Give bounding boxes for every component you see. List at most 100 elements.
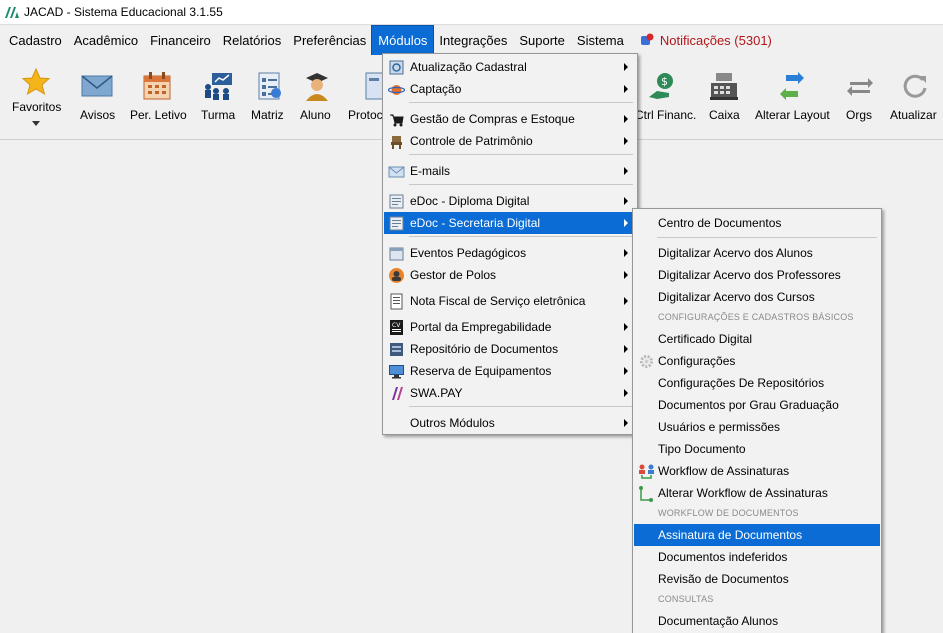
toolbar-ctrl-financ[interactable]: $ Ctrl Financ.: [632, 55, 696, 140]
toolbar-label: Orgs: [846, 108, 873, 122]
menu-item-outros-modulos[interactable]: Outros Módulos: [384, 412, 636, 434]
cv-icon: CV: [390, 320, 403, 335]
submenu-revisao-documentos[interactable]: Revisão de Documentos: [634, 568, 880, 590]
section-header-consultas: CONSULTAS: [658, 594, 714, 604]
menu-item-portal-empregabilidade[interactable]: CV Portal da Empregabilidade: [384, 316, 636, 338]
monitor-icon: [389, 365, 404, 379]
toolbar-per-letivo[interactable]: Per. Letivo: [126, 55, 190, 140]
toolbar-turma[interactable]: Turma: [196, 55, 240, 140]
submenu-configuracoes-repositorios[interactable]: Configurações De Repositórios: [634, 372, 880, 394]
toolbar-label: Caixa: [709, 108, 740, 122]
submenu-digitalizar-cursos[interactable]: Digitalizar Acervo dos Cursos: [634, 286, 880, 308]
document-list-icon: [258, 72, 281, 100]
chair-icon: [391, 136, 402, 149]
submenu-item-label: Centro de Documentos: [658, 216, 782, 230]
submenu-centro-documentos[interactable]: Centro de Documentos: [634, 212, 880, 234]
submenu-alterar-workflow[interactable]: Alterar Workflow de Assinaturas: [634, 482, 880, 504]
menu-item-emails[interactable]: E-mails: [384, 160, 636, 182]
menu-integracoes[interactable]: Integrações: [433, 26, 513, 55]
menu-item-nota-fiscal[interactable]: Nota Fiscal de Serviço eletrônica: [384, 290, 636, 312]
window-title: JACAD - Sistema Educacional 3.1.55: [24, 5, 223, 19]
classroom-icon: [205, 73, 232, 100]
menu-modulos[interactable]: Módulos: [371, 24, 435, 56]
menu-item-swa-pay[interactable]: SWA.PAY: [384, 382, 636, 404]
menu-sistema[interactable]: Sistema: [571, 26, 630, 55]
submenu-documentacao-alunos[interactable]: Documentação Alunos: [634, 610, 880, 632]
menu-notificacoes[interactable]: Notificações (5301): [630, 26, 778, 55]
submenu-usuarios-permissoes[interactable]: Usuários e permissões: [634, 416, 880, 438]
toolbar-label: Avisos: [80, 108, 116, 122]
menu-financeiro[interactable]: Financeiro: [144, 26, 217, 55]
submenu-configuracoes[interactable]: Configurações: [634, 350, 880, 372]
toolbar-label: Turma: [201, 108, 236, 122]
menu-cadastro[interactable]: Cadastro: [3, 26, 68, 55]
swap-arrows-icon: [780, 72, 804, 100]
menu-suporte[interactable]: Suporte: [513, 26, 571, 55]
toolbar-favoritos[interactable]: Favoritos: [8, 55, 64, 140]
submenu-assinatura-documentos[interactable]: Assinatura de Documentos: [634, 524, 880, 546]
svg-text:$: $: [661, 75, 668, 88]
menu-item-eventos-pedagogicos[interactable]: Eventos Pedagógicos: [384, 242, 636, 264]
submenu-item-label: Alterar Workflow de Assinaturas: [658, 486, 828, 500]
menu-item-label: Portal da Empregabilidade: [410, 320, 552, 334]
menu-relatorios[interactable]: Relatórios: [217, 26, 288, 55]
menu-item-captacao[interactable]: Captação: [384, 78, 636, 100]
menu-item-label: E-mails: [410, 164, 451, 178]
menu-item-label: eDoc - Secretaria Digital: [410, 216, 541, 230]
modulos-menu: Atualização Cadastral Captação Gestão de…: [382, 53, 638, 435]
toolbar-aluno[interactable]: Aluno: [297, 55, 337, 140]
toolbar-avisos[interactable]: Avisos: [74, 55, 120, 140]
toolbar-label: Per. Letivo: [130, 108, 187, 122]
planet-icon: [388, 85, 405, 95]
toolbar-label: Atualizar: [890, 108, 937, 122]
menu-item-reserva-equipamentos[interactable]: Reserva de Equipamentos: [384, 360, 636, 382]
student-icon: [306, 73, 328, 101]
submenu-digitalizar-professores[interactable]: Digitalizar Acervo dos Professores: [634, 264, 880, 286]
submenu-item-label: Certificado Digital: [658, 332, 753, 346]
notification-icon: [640, 33, 654, 45]
form-refresh-icon: [389, 60, 404, 75]
secretaria-submenu: Centro de Documentos Digitalizar Acervo …: [632, 208, 882, 633]
document-icon: [389, 216, 404, 231]
toolbar-label: Matriz: [251, 108, 284, 122]
envelope-icon: [81, 75, 113, 97]
section-header-configuracoes: CONFIGURAÇÕES E CADASTROS BÁSICOS: [658, 312, 854, 322]
menu-item-controle-patrimonio[interactable]: Controle de Patrimônio: [384, 130, 636, 152]
toolbar-matriz[interactable]: Matriz: [248, 55, 290, 140]
submenu-documentos-indeferidos[interactable]: Documentos indeferidos: [634, 546, 880, 568]
workflow-edit-icon: [639, 486, 653, 502]
gear-icon: [640, 355, 653, 368]
menu-academico[interactable]: Acadêmico: [68, 26, 144, 55]
dropdown-arrow-icon: [32, 121, 40, 126]
exchange-icon: [847, 78, 873, 96]
menu-preferencias[interactable]: Preferências: [287, 26, 372, 55]
toolbar-alterar-layout[interactable]: Alterar Layout: [752, 55, 834, 140]
menu-item-gestao-compras[interactable]: Gestão de Compras e Estoque: [384, 108, 636, 130]
menu-item-atualizacao-cadastral[interactable]: Atualização Cadastral: [384, 56, 636, 78]
submenu-documentos-grau[interactable]: Documentos por Grau Graduação: [634, 394, 880, 416]
submenu-item-label: Usuários e permissões: [658, 420, 781, 434]
events-icon: [389, 247, 404, 261]
submenu-tipo-documento[interactable]: Tipo Documento: [634, 438, 880, 460]
submenu-workflow-assinaturas[interactable]: Workflow de Assinaturas: [634, 460, 880, 482]
star-icon: [21, 67, 51, 96]
title-bar: JACAD - Sistema Educacional 3.1.55: [0, 0, 943, 24]
submenu-certificado-digital[interactable]: Certificado Digital: [634, 328, 880, 350]
submenu-item-label: Assinatura de Documentos: [658, 528, 803, 542]
toolbar-label: Protoc: [348, 108, 383, 122]
toolbar-caixa[interactable]: Caixa: [704, 55, 744, 140]
submenu-item-label: Tipo Documento: [658, 442, 746, 456]
toolbar-atualizar[interactable]: Atualizar: [888, 55, 942, 140]
submenu-item-label: Documentos por Grau Graduação: [658, 398, 839, 412]
menu-item-label: Gestor de Polos: [410, 268, 497, 282]
submenu-digitalizar-alunos[interactable]: Digitalizar Acervo dos Alunos: [634, 242, 880, 264]
menu-bar: Cadastro Acadêmico Financeiro Relatórios…: [0, 24, 943, 56]
svg-text:CV: CV: [392, 322, 401, 329]
menu-item-repositorio-documentos[interactable]: Repositório de Documentos: [384, 338, 636, 360]
diploma-icon: [389, 194, 404, 209]
menu-item-edoc-diploma[interactable]: eDoc - Diploma Digital: [384, 190, 636, 212]
menu-item-edoc-secretaria[interactable]: eDoc - Secretaria Digital: [384, 212, 636, 234]
menu-item-gestor-polos[interactable]: Gestor de Polos: [384, 264, 636, 286]
toolbar-orgs[interactable]: Orgs: [842, 55, 878, 140]
toolbar-protoc[interactable]: Protoc: [344, 55, 389, 140]
